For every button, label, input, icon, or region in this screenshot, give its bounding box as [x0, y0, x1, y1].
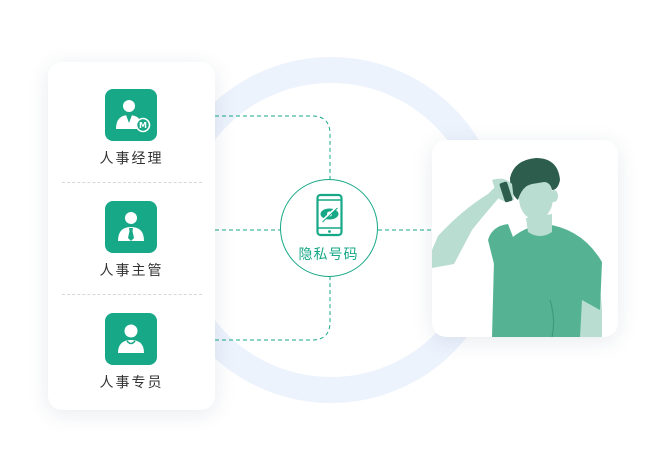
specialist-person-icon: [105, 313, 157, 365]
person-on-phone-illustration: [432, 158, 602, 337]
connector-specialist: [215, 277, 331, 341]
role-label: 人事专员: [99, 375, 164, 391]
roles-card: M 人事经理 人事主管 人事专员: [48, 62, 215, 410]
hub-label: 隐私号码: [298, 247, 359, 263]
manager-badge-icon: M: [105, 89, 157, 141]
role-label: 人事主管: [99, 263, 164, 279]
connector-manager: [215, 115, 331, 180]
callee-card: [432, 140, 618, 337]
privacy-number-hub[interactable]: 隐私号码: [280, 179, 378, 277]
supervisor-tie-icon: [105, 201, 157, 253]
role-specialist[interactable]: 人事专员: [48, 286, 215, 398]
role-label: 人事经理: [99, 151, 164, 167]
role-supervisor[interactable]: 人事主管: [48, 174, 215, 286]
privacy-number-diagram: M 人事经理 人事主管 人事专员 隐私号码: [0, 0, 660, 470]
role-manager[interactable]: M 人事经理: [48, 62, 215, 174]
svg-text:M: M: [139, 121, 147, 130]
